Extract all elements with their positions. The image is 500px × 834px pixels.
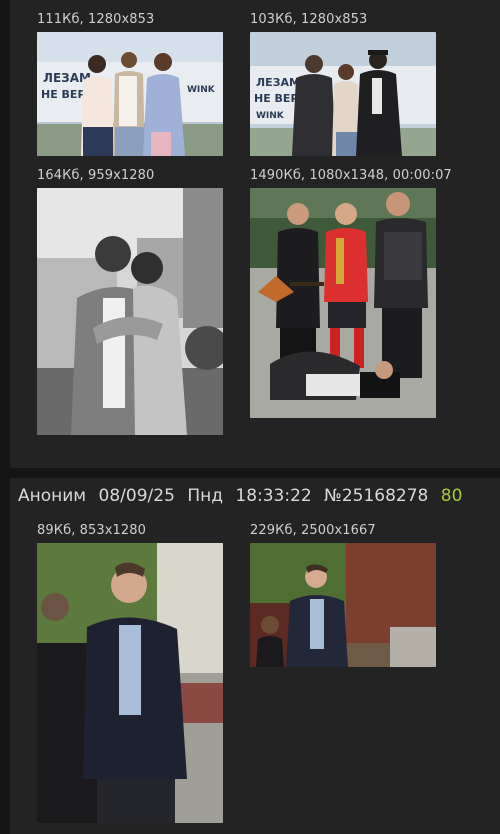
image-thumbnail[interactable] bbox=[37, 543, 223, 823]
image-thumbnail[interactable] bbox=[250, 543, 436, 667]
file-info: 164Кб, 959x1280 bbox=[37, 168, 155, 183]
video-thumbnail[interactable] bbox=[250, 188, 436, 418]
post-2: Аноним 08/09/25 Пнд 18:33:22 №25168278 8… bbox=[10, 478, 500, 834]
post-1: 111Кб, 1280x853 ЛЕЗАМ НЕ ВЕРИ WINK 103Кб… bbox=[10, 0, 500, 468]
file-info: 89Кб, 853x1280 bbox=[37, 523, 147, 538]
post-time: 18:33:22 bbox=[235, 486, 312, 506]
file-info: 111Кб, 1280x853 bbox=[37, 12, 155, 27]
image-thumbnail[interactable]: ЛЕЗАМ НЕ ВЕРИ WINK bbox=[37, 32, 223, 156]
file-info: 1490Кб, 1080x1348, 00:00:07 bbox=[250, 168, 452, 183]
banner-brand: WINK bbox=[256, 111, 285, 121]
image-thumbnail[interactable] bbox=[37, 188, 223, 435]
image-thumbnail[interactable]: ЛЕЗАМ НЕ ВЕРИ WINK bbox=[250, 32, 436, 156]
post-weekday: Пнд bbox=[187, 486, 223, 506]
banner-brand: WINK bbox=[187, 85, 216, 95]
banner-text: ЛЕЗАМ bbox=[256, 76, 300, 89]
post-number-link[interactable]: №25168278 bbox=[324, 486, 428, 506]
reply-count[interactable]: 80 bbox=[441, 486, 463, 506]
poster-name: Аноним bbox=[18, 486, 87, 506]
post-date: 08/09/25 bbox=[98, 486, 175, 506]
file-info: 229Кб, 2500x1667 bbox=[250, 523, 376, 538]
post-header: Аноним 08/09/25 Пнд 18:33:22 №25168278 8… bbox=[18, 486, 462, 506]
file-info: 103Кб, 1280x853 bbox=[250, 12, 368, 27]
